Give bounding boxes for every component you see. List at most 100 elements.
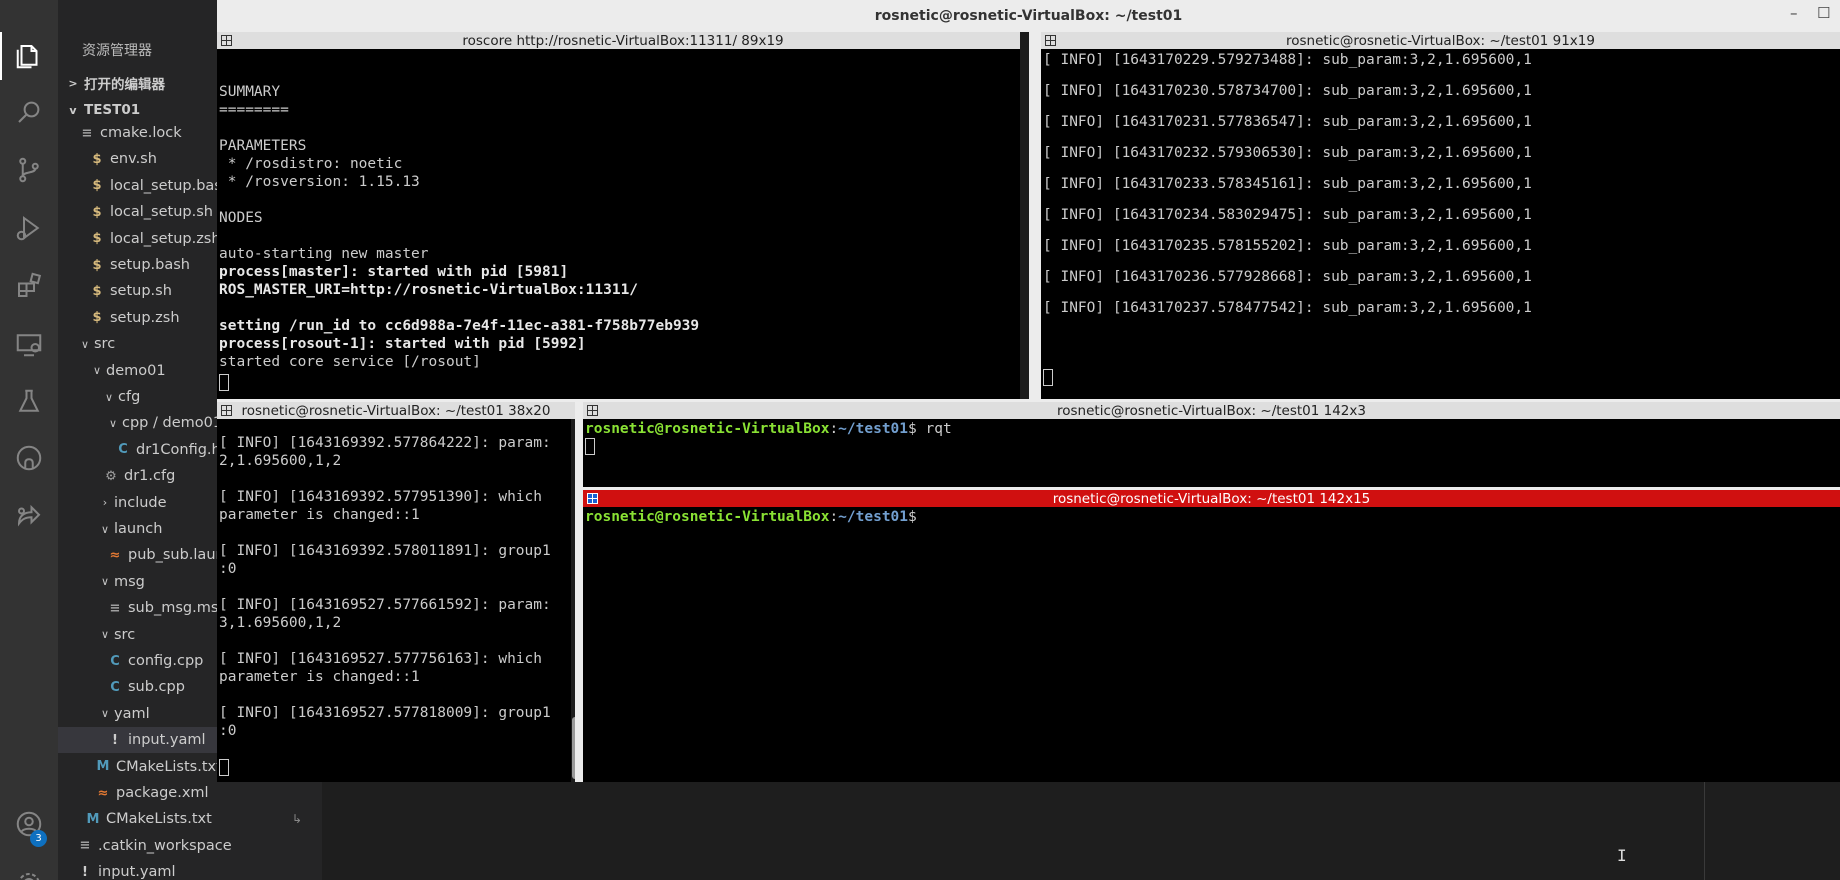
- window-title: rosnetic@rosnetic-VirtualBox: ~/test01: [874, 7, 1183, 24]
- tree-item-label: src: [114, 626, 136, 643]
- terminal-config[interactable]: [ INFO] [1643169392.577864222]: param: 2,…: [217, 419, 575, 782]
- text-file-icon: ≡: [109, 600, 121, 616]
- pane-title-text: roscore http://rosnetic-VirtualBox:11311…: [462, 32, 784, 49]
- text-file-icon: ≡: [79, 838, 91, 854]
- terminal-shell[interactable]: rosnetic@rosnetic-VirtualBox:~/test01$: [583, 507, 1840, 782]
- prompt-user: rosnetic@rosnetic-VirtualBox: [585, 421, 830, 437]
- terminal-cursor: [585, 438, 595, 455]
- tree-item-label: local_setup.bash: [110, 177, 232, 194]
- run-debug-icon[interactable]: [0, 200, 58, 256]
- maximize-button[interactable]: ☐: [1817, 4, 1830, 22]
- pane-config[interactable]: rosnetic@rosnetic-VirtualBox: ~/test01 3…: [217, 402, 575, 782]
- editor-area[interactable]: [322, 780, 1840, 880]
- terminal-line: process[master]: started with pid [5981]: [219, 264, 569, 280]
- pane-title-config: rosnetic@rosnetic-VirtualBox: ~/test01 3…: [217, 402, 575, 419]
- pane-layout-icon[interactable]: [1045, 35, 1056, 46]
- tree-file[interactable]: ≡ .catkin_workspace: [58, 833, 322, 859]
- terminal-rqt[interactable]: rosnetic@rosnetic-VirtualBox:~/test01$ r…: [583, 419, 1840, 487]
- xml-file-icon: ≈: [97, 785, 109, 801]
- terminal-cursor: [219, 374, 229, 391]
- terminal-line: NODES: [219, 210, 263, 226]
- manage-gear-icon[interactable]: [0, 856, 58, 880]
- terminal-sub[interactable]: [ INFO] [1643170229.579273488]: sub_para…: [1041, 49, 1840, 399]
- tree-item-label: dr1Config.h: [136, 441, 221, 458]
- testing-flask-icon[interactable]: [0, 374, 58, 430]
- github-icon[interactable]: [0, 430, 58, 486]
- prompt-end: $: [908, 421, 926, 437]
- terminal-roscore[interactable]: SUMMARY ======== PARAMETERS * /rosdistro: …: [217, 49, 1029, 399]
- text-cursor-ibeam-icon: I: [1617, 846, 1627, 865]
- prompt-end: $: [908, 509, 917, 525]
- prompt-sep: :: [829, 421, 839, 437]
- tree-file[interactable]: ≈ package.xml: [58, 780, 322, 806]
- tree-item-label: setup.bash: [110, 257, 190, 273]
- pane-layout-icon[interactable]: [221, 35, 232, 46]
- pane-roscore[interactable]: roscore http://rosnetic-VirtualBox:11311…: [217, 32, 1029, 399]
- chevron-right-icon: >: [68, 76, 78, 90]
- terminal-line: [ INFO] [1643170233.578345161]: sub_para…: [1043, 176, 1532, 192]
- remote-explorer-icon[interactable]: [0, 316, 58, 372]
- terminal-line: * /rosdistro: noetic: [219, 156, 403, 172]
- accounts-icon[interactable]: 3: [0, 796, 58, 852]
- command-text: rqt: [925, 421, 952, 437]
- minimize-button[interactable]: –: [1790, 4, 1798, 22]
- terminal-line: SUMMARY: [219, 84, 281, 100]
- pane-title-shell: rosnetic@rosnetic-VirtualBox: ~/test01 1…: [583, 490, 1840, 507]
- search-icon[interactable]: [0, 84, 58, 140]
- prompt-sep: :: [829, 509, 839, 525]
- pane-rqt[interactable]: rosnetic@rosnetic-VirtualBox: ~/test01 1…: [583, 402, 1840, 487]
- extensions-icon[interactable]: [0, 258, 58, 314]
- git-status-mark: ↳: [291, 812, 302, 827]
- pane-layout-icon[interactable]: [587, 493, 598, 504]
- prompt-user: rosnetic@rosnetic-VirtualBox: [585, 509, 830, 525]
- tree-file[interactable]: ! input.yaml: [58, 859, 322, 880]
- source-control-icon[interactable]: [0, 142, 58, 198]
- pane-layout-icon[interactable]: [221, 405, 232, 416]
- pane-title-text: rosnetic@rosnetic-VirtualBox: ~/test01 1…: [1057, 402, 1366, 419]
- terminal-line: ========: [219, 102, 289, 118]
- pane-divider[interactable]: [1029, 32, 1041, 399]
- shell-script-icon: $: [92, 178, 102, 194]
- live-share-icon[interactable]: [0, 488, 58, 544]
- text-file-icon: ≡: [81, 125, 93, 141]
- activity-bar: 3: [0, 0, 58, 880]
- tree-item-label: setup.sh: [110, 283, 172, 300]
- tree-item-label: .catkin_workspace: [98, 837, 232, 854]
- shell-script-icon: $: [92, 151, 102, 167]
- shell-script-icon: $: [92, 310, 102, 326]
- tree-item-label: input.yaml: [128, 732, 206, 749]
- terminal-line: parameter is changed::1: [219, 507, 420, 523]
- pane-sub[interactable]: rosnetic@rosnetic-VirtualBox: ~/test01 9…: [1041, 32, 1840, 399]
- chevron-down-icon: v: [69, 103, 77, 117]
- chevron-down-icon: ∨: [92, 364, 102, 378]
- tree-item-label: sub_msg.msg: [128, 600, 228, 617]
- tree-item-label: sub.cpp: [128, 679, 185, 696]
- pane-shell-active[interactable]: rosnetic@rosnetic-VirtualBox: ~/test01 1…: [583, 490, 1840, 782]
- tree-item-label: src: [94, 336, 116, 353]
- tree-item-label: CMakeLists.txt: [116, 758, 222, 775]
- notification-badge: 3: [30, 830, 47, 847]
- tree-item-label: local_setup.zsh: [110, 230, 221, 247]
- pane-title-text: rosnetic@rosnetic-VirtualBox: ~/test01 9…: [1286, 32, 1595, 49]
- tree-item-label: cfg: [118, 389, 141, 405]
- window-titlebar[interactable]: rosnetic@rosnetic-VirtualBox: ~/test01 –…: [217, 0, 1840, 31]
- terminal-line: [ INFO] [1643170237.578477542]: sub_para…: [1043, 300, 1532, 316]
- tree-item-label: yaml: [114, 705, 150, 722]
- tree-file[interactable]: M CMakeLists.txt ↳: [58, 806, 322, 832]
- pane-layout-icon[interactable]: [587, 405, 598, 416]
- terminal-line: started core service [/rosout]: [219, 354, 481, 370]
- tree-item-label: dr1.cfg: [124, 468, 176, 485]
- explorer-files-icon[interactable]: [0, 28, 58, 84]
- terminal-line: :0: [219, 723, 237, 739]
- terminal-line: process[rosout-1]: started with pid [599…: [219, 336, 586, 352]
